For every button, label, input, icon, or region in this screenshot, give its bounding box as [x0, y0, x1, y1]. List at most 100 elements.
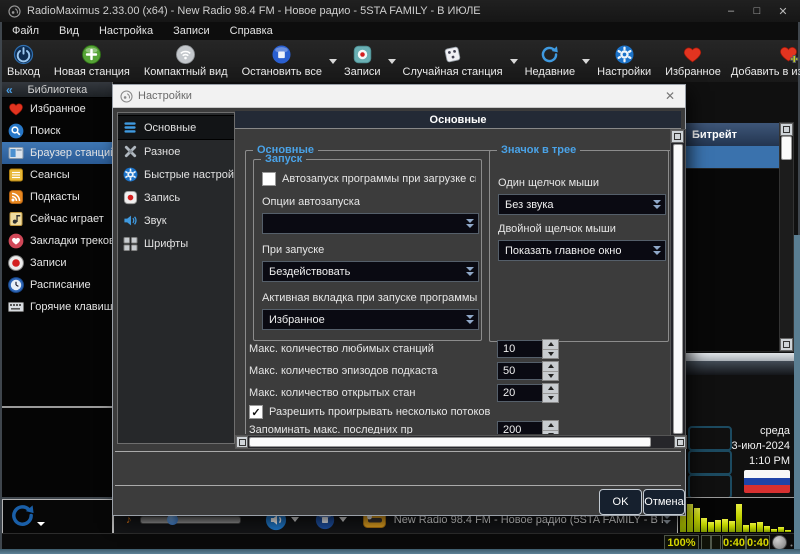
random-station-dropdown-icon[interactable] [509, 58, 518, 64]
power-icon [13, 44, 34, 65]
tab-quick-settings[interactable]: Быстрые настройки [118, 163, 234, 186]
scrollbar-thumb[interactable] [781, 136, 792, 160]
tab-sound[interactable]: Звук [118, 209, 234, 232]
horizontal-scrollbar-thumb[interactable] [249, 437, 651, 447]
scrollbar-right-box-icon[interactable] [674, 436, 686, 448]
tab-recording[interactable]: Запись [118, 186, 234, 209]
rss-icon [9, 190, 23, 204]
scrollbar-top-box-icon[interactable] [671, 130, 684, 143]
menu-settings[interactable]: Настройка [89, 22, 163, 40]
dialog-page-header: Основные [235, 111, 681, 129]
compact-view-button[interactable]: Компактный вид [139, 41, 233, 81]
decor-outline-rect [688, 474, 732, 499]
combo-chevrons-icon [653, 200, 661, 209]
close-button[interactable]: ✕ [770, 3, 796, 19]
recent-dropdown-icon[interactable] [582, 58, 591, 64]
on-start-combo[interactable]: Бездействовать [262, 261, 479, 282]
stop-dropdown-icon[interactable] [338, 517, 347, 522]
dialog-horizontal-scrollbar[interactable] [235, 435, 687, 449]
search-icon [8, 123, 24, 139]
list-icon [9, 168, 23, 182]
dialog-close-button[interactable]: ✕ [655, 86, 685, 106]
sidebar-item-now-playing[interactable]: Сейчас играет [2, 208, 112, 230]
remember-last-value[interactable]: 200 [497, 421, 548, 434]
tab-misc[interactable]: Разное [118, 140, 234, 163]
right-panel-gradient-strip [684, 361, 794, 375]
spectrum-bar [715, 520, 721, 532]
volume-slider[interactable] [139, 513, 241, 525]
ok-button[interactable]: OK [599, 489, 642, 515]
double-click-combo[interactable]: Показать главное окно [498, 240, 666, 261]
random-station-button[interactable]: Случайная станция [398, 41, 508, 81]
library-header[interactable]: « Библиотека [2, 82, 112, 98]
active-tab-combo[interactable]: Избранное [262, 309, 479, 330]
sidebar-item-track-bookmarks[interactable]: Закладки треков [2, 230, 112, 252]
cancel-button[interactable]: Отмена [643, 489, 685, 515]
refresh-icon [542, 46, 559, 63]
multi-stream-checkbox[interactable] [249, 405, 263, 419]
spectrum-bar [722, 519, 728, 532]
tab-fonts[interactable]: Шрифты [118, 232, 234, 255]
autostart-options-combo[interactable] [262, 213, 479, 234]
max-podcast-episodes-spinner[interactable] [542, 361, 559, 381]
max-favorite-stations-value[interactable]: 10 [497, 340, 548, 358]
new-station-button[interactable]: Новая станция [49, 41, 135, 81]
volume-percent-box: 100% [664, 535, 699, 550]
max-favorite-stations-spinner[interactable] [542, 339, 559, 359]
records-dropdown-icon[interactable] [387, 58, 396, 64]
sidebar-item-records[interactable]: Записи [2, 252, 112, 274]
vertical-scrollbar-thumb[interactable] [673, 144, 683, 434]
autostart-checkbox[interactable] [262, 172, 276, 186]
sidebar-item-search[interactable]: Поиск [2, 120, 112, 142]
spectrum-bar [750, 523, 756, 532]
station-list-selected-row[interactable] [685, 146, 779, 168]
menu-file[interactable]: Файл [2, 22, 49, 40]
scrollbar-left-box-icon[interactable] [236, 436, 248, 448]
single-click-combo[interactable]: Без звука [498, 194, 666, 215]
favorites-button[interactable]: Избранное [660, 41, 726, 81]
heart-circle-icon [8, 233, 24, 249]
reload-button[interactable] [9, 502, 36, 529]
signal-icon [176, 45, 196, 64]
dialog-vertical-scrollbar[interactable] [670, 129, 686, 449]
sidebar-item-sessions[interactable]: Сеансы [2, 164, 112, 186]
station-list-scrollbar[interactable] [779, 122, 794, 352]
menu-help[interactable]: Справка [220, 22, 283, 40]
status-knob-button[interactable] [772, 535, 787, 550]
max-podcast-episodes-value[interactable]: 50 [497, 362, 548, 380]
scrollbar-bottom-box-icon[interactable] [780, 338, 793, 351]
sidebar-item-favorites[interactable]: Избранное [2, 98, 112, 120]
settings-button[interactable]: Настройки [592, 41, 656, 81]
max-open-stations-spinner[interactable] [542, 383, 559, 403]
scrollbar-top-box-icon[interactable] [780, 123, 793, 136]
sidebar-item-schedule[interactable]: Расписание [2, 274, 112, 296]
clock-weekday: среда [759, 425, 790, 437]
spectrum-bar [743, 525, 749, 532]
minimize-button[interactable]: – [718, 3, 744, 19]
collapse-icon[interactable]: « [2, 83, 17, 97]
stop-all-button[interactable]: Остановить все [237, 41, 327, 81]
sidebar-item-hotkeys[interactable]: Горячие клавиши [2, 296, 112, 318]
sidebar-item-podcasts[interactable]: Подкасты [2, 186, 112, 208]
mute-dropdown-icon[interactable] [290, 517, 299, 522]
station-list-body [685, 168, 781, 352]
max-open-stations-value[interactable]: 20 [497, 384, 548, 402]
menu-view[interactable]: Вид [49, 22, 89, 40]
player-chevrons-icon[interactable] [663, 515, 671, 524]
exit-button[interactable]: Выход [2, 41, 45, 81]
clock-icon [8, 277, 24, 293]
records-button[interactable]: Записи [339, 41, 386, 81]
reload-dropdown-icon[interactable] [37, 522, 45, 526]
stop-all-dropdown-icon[interactable] [329, 58, 338, 64]
remember-last-spinner[interactable] [542, 420, 559, 434]
spectrum-bar [778, 527, 784, 532]
add-favorite-button[interactable]: Добавить в избранное [726, 41, 800, 81]
recent-button[interactable]: Недавние [520, 41, 581, 81]
tab-general[interactable]: Основные [118, 115, 234, 140]
sidebar-item-station-browser[interactable]: Браузер станций [2, 142, 112, 164]
maximize-button[interactable]: □ [744, 3, 770, 19]
bitrate-column-header[interactable]: Битрейт [685, 122, 787, 147]
menu-records[interactable]: Записи [163, 22, 220, 40]
remaining-time-box: 0:40 [746, 535, 770, 550]
dialog-content: Основные Запуск Автозапуск программы при… [235, 129, 670, 434]
